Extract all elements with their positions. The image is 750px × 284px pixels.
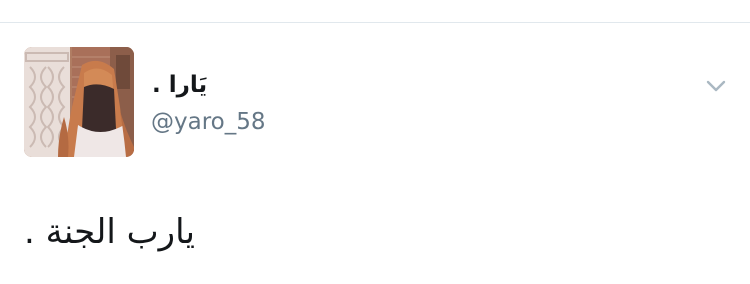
profile-photo-icon bbox=[24, 47, 134, 157]
chevron-down-icon bbox=[706, 80, 726, 92]
avatar[interactable] bbox=[24, 47, 134, 157]
tweet-text: يارب الجنة . bbox=[24, 212, 195, 252]
author-handle[interactable]: @yaro_58 bbox=[151, 108, 266, 136]
top-divider bbox=[0, 22, 750, 23]
tweet-menu-button[interactable] bbox=[703, 76, 729, 96]
author-display-name[interactable]: يَارا . bbox=[152, 70, 212, 100]
